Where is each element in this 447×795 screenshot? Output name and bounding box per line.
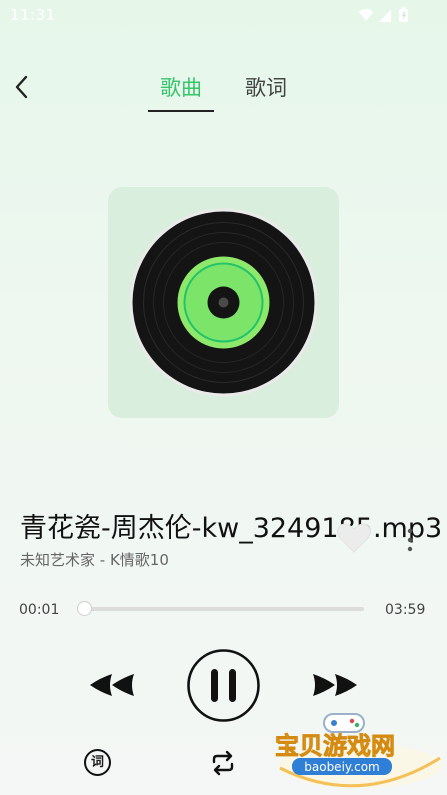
tab-lyrics[interactable]: 歌词 — [245, 72, 287, 102]
progress-thumb[interactable] — [77, 601, 92, 616]
artist-name: 未知艺术家 - K情歌10 — [20, 551, 169, 569]
watermark-logo: 宝贝游戏网 baobeiy.com — [275, 713, 442, 788]
song-title: 青花瓷-周杰伦-kw_3249185.mp3 — [20, 513, 443, 544]
back-arrow-icon[interactable] — [10, 72, 36, 102]
watermark-name: 宝贝游戏网 — [275, 732, 395, 760]
total-time: 03:59 — [385, 602, 426, 618]
previous-icon[interactable] — [88, 670, 136, 700]
next-icon[interactable] — [311, 670, 359, 700]
status-bar: 11:31 — [0, 0, 447, 30]
tab-song[interactable]: 歌曲 — [160, 72, 202, 102]
status-time: 11:31 — [10, 6, 56, 24]
repeat-icon[interactable] — [210, 750, 236, 776]
current-time: 00:01 — [19, 602, 60, 618]
more-vertical-icon[interactable] — [400, 527, 420, 553]
lyrics-icon-label: 词 — [90, 755, 104, 770]
battery-icon — [399, 7, 408, 22]
vinyl-disc-icon — [129, 208, 318, 397]
wifi-icon — [359, 9, 373, 21]
signal-icon — [379, 10, 391, 22]
gamepad-icon — [323, 713, 365, 733]
progress-track[interactable] — [83, 607, 364, 611]
pause-button[interactable] — [186, 648, 261, 723]
lyrics-icon[interactable]: 词 — [84, 749, 111, 776]
pause-icon — [211, 669, 236, 702]
header: 歌曲 歌词 — [0, 62, 447, 112]
watermark-url: baobeiy.com — [304, 760, 379, 774]
album-cover — [108, 187, 339, 418]
status-icons — [359, 7, 408, 22]
heart-icon[interactable] — [336, 522, 372, 554]
active-tab-indicator — [148, 110, 214, 112]
